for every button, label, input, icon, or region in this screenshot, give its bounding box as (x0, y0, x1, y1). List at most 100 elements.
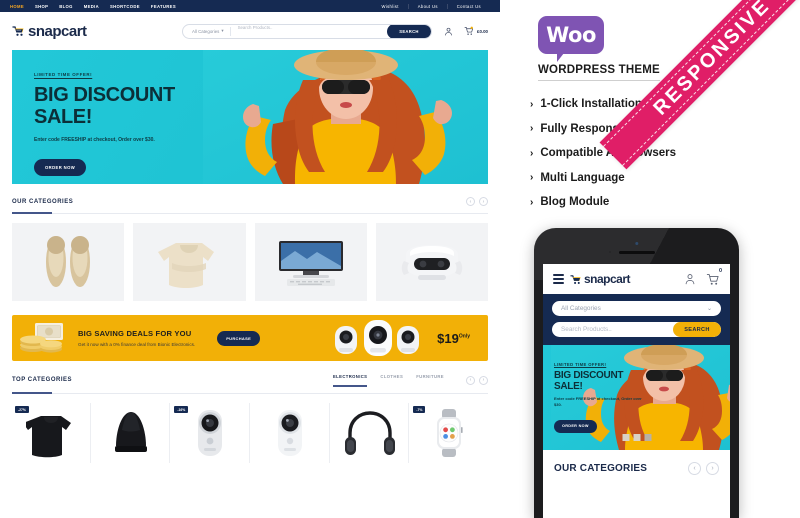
phone-mockup: snapcart 0 All Categories ⌄ Search Produ… (534, 228, 739, 518)
product-card-speaker[interactable] (91, 403, 171, 463)
category-card-monitor[interactable] (254, 223, 367, 301)
mobile-order-now-button[interactable]: ORDER NOW (554, 419, 597, 433)
mobile-hero-banner: LIMITED TIME OFFER! BIG DISCOUNT SALE! E… (543, 345, 730, 450)
hero-copy: LIMITED TIME OFFER! BIG DISCOUNT SALE! E… (34, 72, 214, 177)
product-card-security-camera[interactable] (251, 403, 330, 463)
phone-screen: snapcart 0 All Categories ⌄ Search Produ… (543, 264, 730, 518)
mobile-logo-text: snapcart (584, 272, 631, 286)
top-utility-bar: HOME SHOP BLOG MEDIA SHORTCODE FEATURES … (0, 0, 500, 12)
chevron-down-icon: ⌄ (706, 306, 712, 312)
product-card-headphones[interactable] (330, 403, 410, 463)
promo-subtitle: Get it now with a 0% finance deal from B… (78, 342, 196, 347)
chevron-right-icon: › (530, 196, 534, 208)
nav-item-media[interactable]: MEDIA (84, 4, 99, 9)
hero-title: BIG DISCOUNT SALE! (34, 84, 214, 128)
mobile-search-zone: All Categories ⌄ Search Products.. SEARC… (543, 294, 730, 345)
promo-camera-illustration (331, 316, 431, 360)
mobile-hero-kicker: LIMITED TIME OFFER! (554, 362, 607, 367)
promo-money-illustration (12, 321, 74, 355)
nav-item-shortcode[interactable]: SHORTCODE (110, 4, 140, 9)
logo-text: snapcart (28, 22, 87, 40)
desktop-site-preview: HOME SHOP BLOG MEDIA SHORTCODE FEATURES … (0, 0, 500, 500)
woo-bubble: Woo (538, 16, 604, 54)
mobile-search-row: Search Products.. SEARCH (552, 322, 721, 337)
mobile-our-categories-header: OUR CATEGORIES ‹ › (543, 450, 730, 475)
prev-arrow-icon[interactable]: ‹ (466, 375, 475, 385)
shopping-cart-icon[interactable] (706, 272, 720, 286)
mobile-site-logo[interactable]: snapcart (570, 272, 631, 286)
shopping-cart-logo-icon (12, 25, 25, 37)
product-card-sweatshirt[interactable]: -27% (12, 403, 91, 463)
hero-title-line-2: SALE! (34, 105, 93, 128)
feature-label: Multi Language (540, 171, 625, 184)
prev-arrow-icon[interactable]: ‹ (466, 197, 475, 206)
site-logo[interactable]: snapcart (12, 23, 87, 40)
category-card-vr-headset[interactable] (375, 223, 488, 301)
site-header: snapcart All Categories ▾ Search Product… (0, 12, 500, 50)
order-now-button[interactable]: ORDER NOW (34, 159, 87, 177)
mobile-search-input[interactable]: Search Products.. (552, 326, 673, 333)
search-input[interactable]: Search Products.. (231, 25, 387, 38)
chevron-right-icon: › (530, 98, 534, 110)
next-arrow-icon[interactable]: › (479, 375, 488, 385)
mobile-hero-title: BIG DISCOUNT SALE! (554, 370, 650, 392)
carousel-dot[interactable] (622, 434, 629, 441)
utility-links: Wishlist About Us Contact Us (373, 3, 490, 9)
cart-widget[interactable]: £0.00 (463, 26, 488, 37)
mobile-carousel-arrows: ‹ › (688, 462, 719, 475)
feature-label: 1-Click Installation (540, 98, 642, 110)
our-categories-header: OUR CATEGORIES ‹ › (12, 184, 488, 214)
carousel-dots (622, 434, 651, 441)
link-about-us[interactable]: About Us (407, 3, 447, 9)
purchase-button[interactable]: PURCHASE (217, 330, 261, 346)
nav-item-blog[interactable]: BLOG (59, 4, 73, 9)
promo-copy: BIG SAVING DEALS FOR YOU Get it now with… (74, 329, 195, 347)
woo-logo-text: Woo (546, 23, 596, 47)
cart-total: £0.00 (477, 28, 488, 34)
tab-electronics[interactable]: ELECTRONICS (332, 374, 368, 387)
category-dropdown[interactable]: All Categories ▾ (183, 26, 231, 36)
next-arrow-icon[interactable]: › (479, 197, 488, 206)
next-arrow-icon[interactable]: › (706, 462, 719, 475)
mobile-site-header: snapcart 0 (543, 264, 730, 294)
link-contact-us[interactable]: Contact Us (446, 3, 490, 9)
category-card-sweater[interactable] (133, 223, 246, 301)
discount-badge: -16% (174, 406, 189, 413)
mobile-our-categories-title: OUR CATEGORIES (554, 463, 648, 474)
feature-item: › Multi Language (530, 172, 780, 184)
top-categories-arrows: ‹ › (466, 375, 488, 385)
top-categories-tabs: ELECTRONICS CLOTHES FURNITURE ‹ › (332, 374, 488, 387)
product-card-action-camera[interactable]: -16% (171, 403, 251, 463)
nav-item-home[interactable]: HOME (10, 4, 24, 9)
nav-item-shop[interactable]: SHOP (35, 4, 48, 9)
tab-clothes[interactable]: CLOTHES (380, 374, 403, 386)
feature-item: › Blog Module (530, 196, 780, 208)
prev-arrow-icon[interactable]: ‹ (688, 462, 701, 475)
top-categories-header: TOP CATEGORIES ELECTRONICS CLOTHES FURNI… (12, 361, 488, 394)
nav-item-features[interactable]: FEATURES (151, 4, 176, 9)
mobile-search-button[interactable]: SEARCH (673, 322, 721, 337)
carousel-dot-active[interactable] (644, 434, 651, 441)
shopping-cart-icon[interactable] (463, 26, 474, 37)
link-wishlist[interactable]: Wishlist (373, 4, 408, 9)
tab-furniture[interactable]: FURNITURE (416, 374, 444, 386)
search-button[interactable]: SEARCH (387, 24, 431, 38)
mobile-hero-title-line-2: SALE! (554, 380, 583, 392)
user-account-icon[interactable] (684, 273, 696, 285)
category-card-shoes[interactable] (12, 223, 125, 301)
search-box[interactable]: All Categories ▾ Search Products.. SEARC… (182, 23, 432, 39)
product-card-smart-watch[interactable]: -7% (410, 403, 489, 463)
mobile-category-dropdown-label: All Categories (561, 305, 601, 312)
discount-badge: -27% (15, 406, 29, 413)
mobile-category-dropdown[interactable]: All Categories ⌄ (552, 301, 721, 316)
hero-banner: LIMITED TIME OFFER! BIG DISCOUNT SALE! E… (12, 50, 488, 184)
top-categories-title: TOP CATEGORIES (12, 377, 73, 383)
hero-subtitle: Enter code FREESHIP at checkout, Order o… (34, 137, 155, 144)
mobile-cart-widget[interactable]: 0 (706, 268, 722, 286)
user-account-icon[interactable] (443, 26, 454, 37)
hamburger-menu-icon[interactable] (553, 274, 564, 284)
mobile-hero-subtitle: Enter code FREESHIP at checkout, Order o… (554, 396, 642, 407)
hero-title-line-1: BIG DISCOUNT (34, 84, 175, 106)
promo-title: BIG SAVING DEALS FOR YOU (78, 329, 192, 338)
carousel-dot[interactable] (633, 434, 640, 441)
